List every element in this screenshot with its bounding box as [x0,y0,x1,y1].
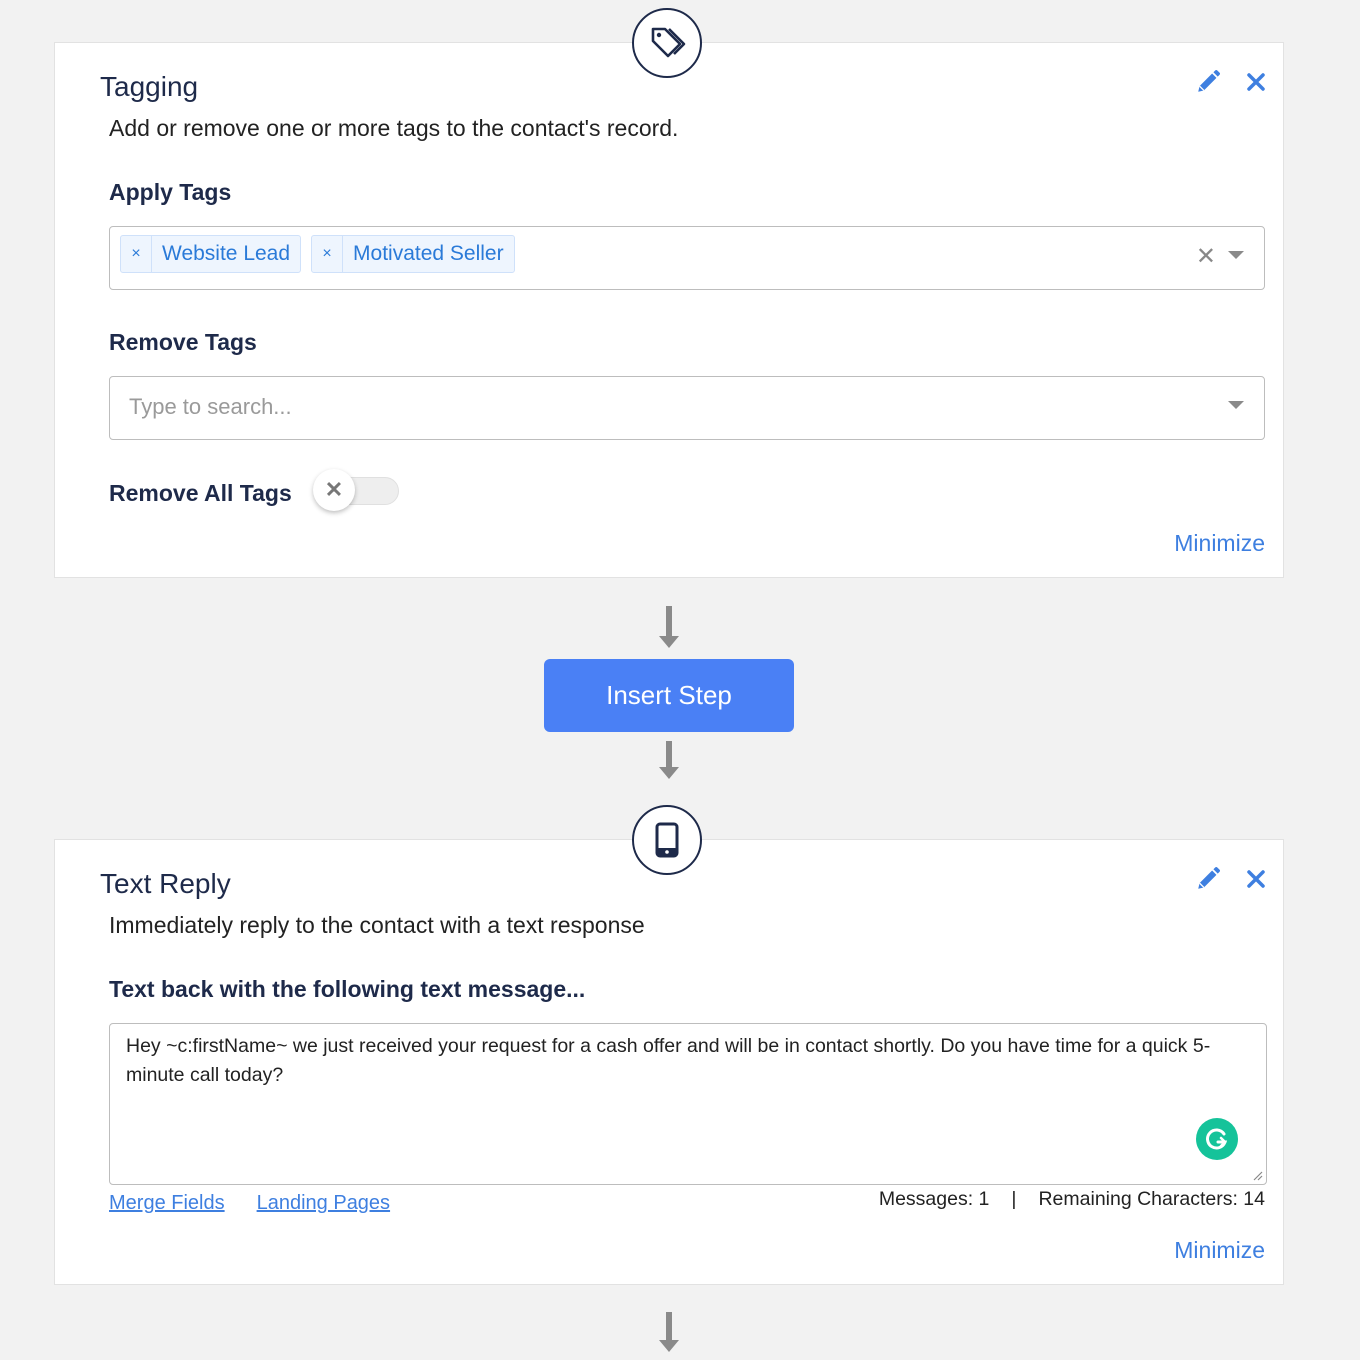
insert-step-button[interactable]: Insert Step [544,659,794,732]
remaining-characters: Remaining Characters: 14 [1038,1188,1265,1210]
chevron-down-icon[interactable] [1228,251,1244,259]
toggle-knob: ✕ [313,469,355,511]
step-icon-badge [632,8,702,78]
tagging-step-card: Tagging Add or remove one or more tags t… [54,42,1284,578]
tag-label: Motivated Seller [353,242,504,265]
step-title: Text Reply [100,868,231,899]
tags-icon [651,27,686,58]
delete-step-button[interactable] [1243,866,1269,892]
selected-tags: × Website Lead × Motivated Seller [120,235,515,273]
step-description: Add or remove one or more tags to the co… [109,115,679,141]
step-actions [1195,69,1269,95]
pencil-icon [1198,70,1220,92]
grammarly-icon [1206,1128,1228,1150]
text-reply-step-card: Text Reply Immediately reply to the cont… [54,839,1284,1285]
toggle-off-icon: ✕ [324,477,344,502]
remove-tags-select[interactable]: Type to search... [109,376,1265,440]
step-description: Immediately reply to the contact with a … [109,912,645,938]
message-counters: Messages: 1 | Remaining Characters: 14 [879,1188,1265,1211]
counter-separator: | [1011,1188,1017,1210]
edit-step-button[interactable] [1195,866,1221,892]
down-arrow-icon [659,1312,679,1354]
close-icon [1247,870,1265,888]
resize-handle-icon[interactable] [1251,1169,1263,1181]
remove-tags-placeholder: Type to search... [129,394,292,419]
down-arrow-icon [659,606,679,648]
message-textarea[interactable]: Hey ~c:firstName~ we just received your … [109,1023,1267,1185]
remove-tag-button[interactable]: × [121,236,152,272]
message-label: Text back with the following text messag… [109,976,586,1002]
tag-label: Website Lead [162,242,291,265]
remove-all-tags-toggle[interactable]: ✕ [313,469,399,511]
remove-tag-button[interactable]: × [312,236,344,272]
edit-step-button[interactable] [1195,69,1221,95]
remove-all-tags-label: Remove All Tags [109,480,292,506]
step-icon-badge [632,805,702,875]
close-icon [1247,73,1265,91]
minimize-link[interactable]: Minimize [1174,1237,1265,1264]
message-links: Merge Fields Landing Pages [109,1192,390,1215]
tag-chip: × Motivated Seller [311,235,515,273]
pencil-icon [1198,867,1220,889]
down-arrow-icon [659,741,679,783]
step-actions [1195,866,1269,892]
mobile-phone-icon [655,822,679,858]
apply-tags-label: Apply Tags [109,179,232,205]
clear-selection-icon[interactable]: ✕ [1196,245,1216,269]
message-text: Hey ~c:firstName~ we just received your … [126,1035,1211,1086]
merge-fields-link[interactable]: Merge Fields [109,1192,225,1215]
step-title: Tagging [100,71,199,102]
grammarly-button[interactable] [1196,1118,1238,1160]
tag-chip: × Website Lead [120,235,302,273]
messages-count: Messages: 1 [878,1188,990,1210]
apply-tags-select[interactable]: × Website Lead × Motivated Seller ✕ [109,226,1265,290]
landing-pages-link[interactable]: Landing Pages [257,1192,390,1215]
chevron-down-icon[interactable] [1228,401,1244,409]
delete-step-button[interactable] [1243,69,1269,95]
minimize-link[interactable]: Minimize [1174,530,1265,557]
remove-tags-label: Remove Tags [109,329,257,355]
